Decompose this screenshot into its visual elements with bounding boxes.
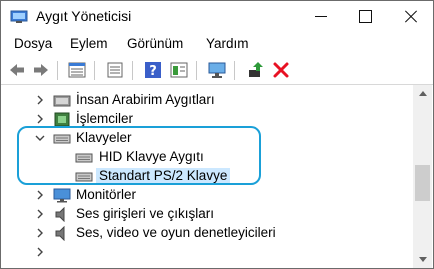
- toolbar: ?: [1, 57, 433, 85]
- processor-icon: [54, 112, 70, 127]
- highlight-ring: [17, 126, 261, 185]
- toolbar-separator: [94, 61, 95, 80]
- tree-item-audio-io[interactable]: Ses girişleri ve çıkışları: [1, 205, 413, 224]
- speaker-icon: [55, 226, 65, 241]
- device-manager-icon: [10, 10, 28, 23]
- title-bar[interactable]: Aygıt Yöneticisi: [1, 1, 433, 32]
- details-view-icon[interactable]: [169, 61, 189, 79]
- tree-item-sound-video-game[interactable]: Ses, video ve oyun denetleyicileri: [1, 224, 413, 243]
- svg-text:?: ?: [149, 64, 157, 79]
- properties-grid-icon[interactable]: [67, 61, 87, 79]
- toolbar-separator: [132, 61, 133, 80]
- menu-dosya[interactable]: Dosya: [14, 36, 52, 51]
- scrollbar-thumb[interactable]: [415, 165, 430, 201]
- close-icon[interactable]: [389, 1, 433, 32]
- menu-gorunum[interactable]: Görünüm: [127, 36, 183, 51]
- chevron-right-icon[interactable]: [34, 189, 46, 201]
- update-driver-icon[interactable]: [246, 61, 266, 79]
- menu-bar: Dosya Eylem Görünüm Yardım: [1, 34, 433, 56]
- list-view-icon[interactable]: [105, 61, 125, 79]
- tree-item-label: Ses, video ve oyun denetleyicileri: [76, 225, 276, 240]
- monitor-scan-icon[interactable]: [207, 61, 227, 79]
- minimize-icon[interactable]: [299, 1, 343, 32]
- hid-icon: [53, 95, 71, 107]
- tree-item-monitors[interactable]: Monitörler: [1, 186, 413, 205]
- chevron-right-icon[interactable]: [34, 227, 46, 239]
- forward-arrow-icon[interactable]: [31, 61, 51, 79]
- tree-item-partial[interactable]: [1, 243, 413, 262]
- monitor-icon: [53, 188, 71, 203]
- toolbar-separator: [234, 61, 235, 80]
- tree-item-label: Monitörler: [76, 187, 137, 202]
- tree-item-label: İnsan Arabirim Aygıtları: [76, 92, 215, 107]
- tree-item-label: İşlemciler: [76, 111, 134, 126]
- menu-eylem[interactable]: Eylem: [70, 36, 108, 51]
- scroll-down-icon[interactable]: [413, 251, 432, 268]
- toolbar-separator: [196, 61, 197, 80]
- scroll-up-icon[interactable]: [413, 85, 432, 102]
- tree-item-label: Ses girişleri ve çıkışları: [76, 206, 215, 221]
- vertical-scrollbar[interactable]: [413, 85, 432, 268]
- device-manager-window: Aygıt Yöneticisi Dosya Eylem Görünüm Yar…: [0, 0, 434, 269]
- help-icon[interactable]: ?: [143, 61, 163, 79]
- back-arrow-icon[interactable]: [7, 61, 27, 79]
- menu-yardim[interactable]: Yardım: [206, 36, 249, 51]
- chevron-right-icon[interactable]: [34, 113, 46, 125]
- window-title: Aygıt Yöneticisi: [36, 8, 132, 24]
- speaker-icon: [55, 207, 65, 222]
- uninstall-x-icon[interactable]: [271, 61, 291, 79]
- chevron-right-icon[interactable]: [34, 246, 46, 258]
- toolbar-separator: [57, 61, 58, 80]
- maximize-icon[interactable]: [343, 1, 387, 32]
- tree-item-hid[interactable]: İnsan Arabirim Aygıtları: [1, 91, 413, 110]
- chevron-right-icon[interactable]: [34, 208, 46, 220]
- chevron-right-icon[interactable]: [34, 94, 46, 106]
